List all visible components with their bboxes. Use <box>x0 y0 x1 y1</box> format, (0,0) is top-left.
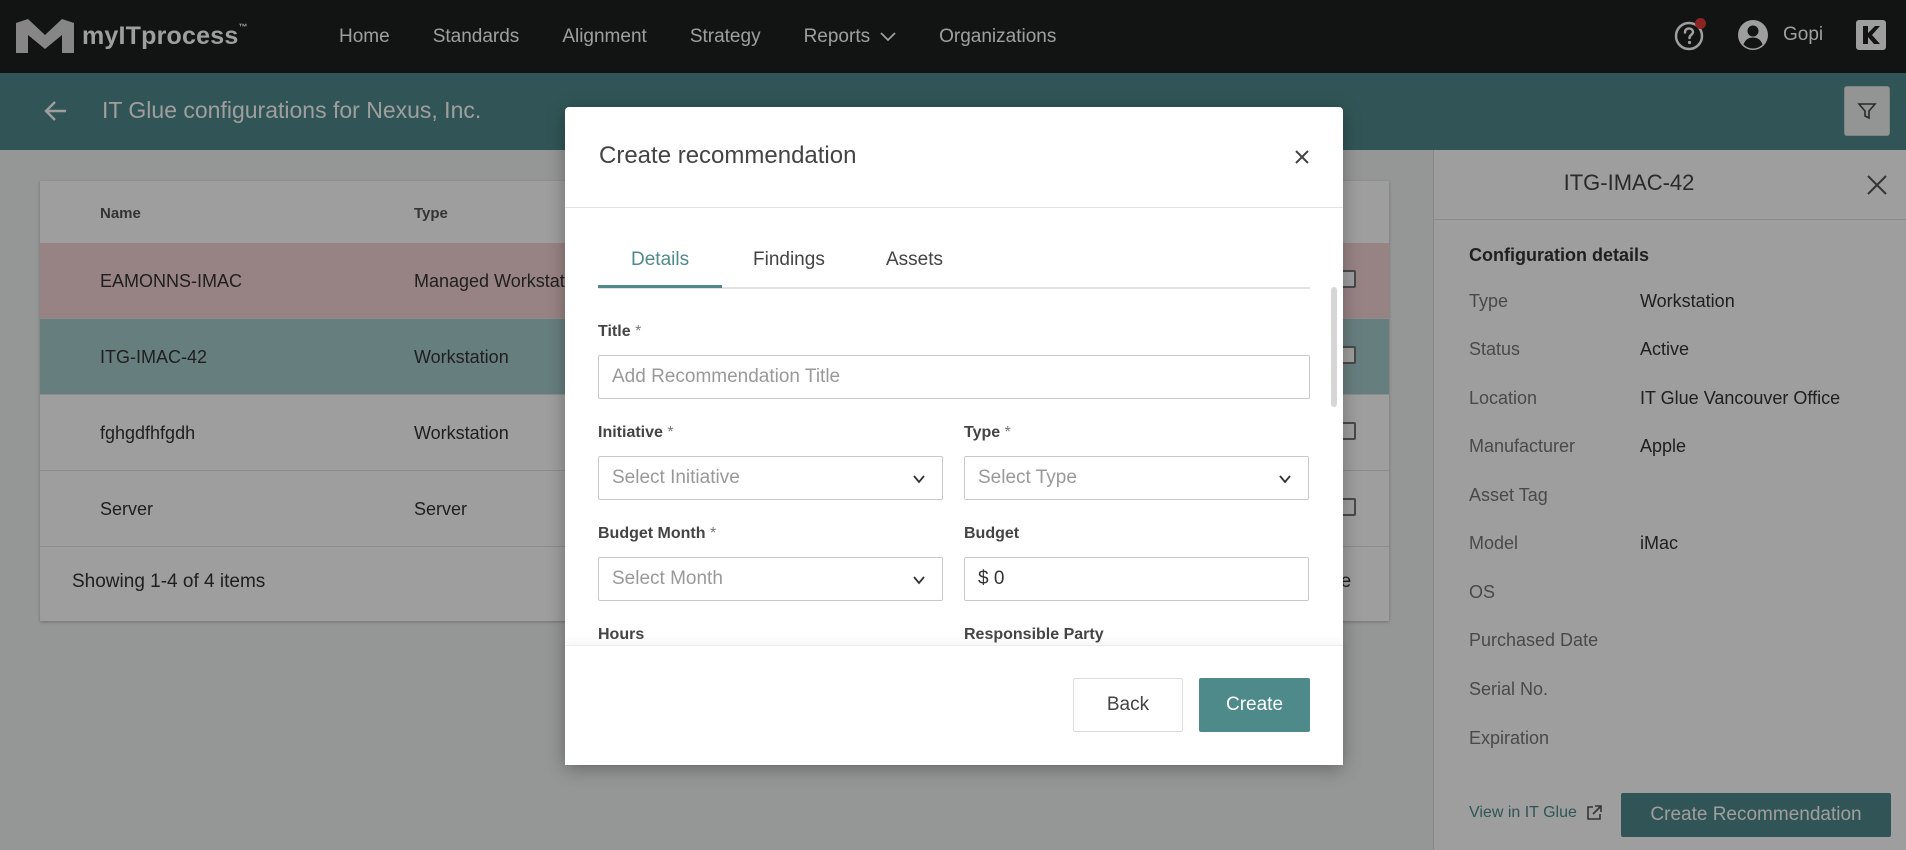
modal-title: Create recommendation <box>599 142 857 169</box>
title-label: Title * <box>598 323 642 340</box>
tab-findings[interactable]: Findings <box>753 249 825 271</box>
create-button[interactable]: Create <box>1199 678 1310 732</box>
budget-month-label: Budget Month * <box>598 525 717 542</box>
tab-assets[interactable]: Assets <box>886 249 943 271</box>
type-select[interactable]: Select Type <box>964 456 1309 500</box>
tab-details[interactable]: Details <box>631 249 689 271</box>
close-icon[interactable] <box>1292 147 1312 167</box>
modal-scrollbar[interactable] <box>1331 287 1337 407</box>
chevron-down-icon <box>913 576 925 585</box>
budget-month-placeholder: Select Month <box>612 568 723 589</box>
budget-value: $ 0 <box>978 568 1005 589</box>
hours-label: Hours <box>598 626 645 643</box>
initiative-label: Initiative * <box>598 424 674 441</box>
active-tab-indicator <box>598 285 722 288</box>
modal-tabs: Details Findings Assets <box>598 237 1310 289</box>
title-input[interactable]: Add Recommendation Title <box>598 355 1310 399</box>
budget-label: Budget <box>964 525 1020 542</box>
initiative-select[interactable]: Select Initiative <box>598 456 943 500</box>
chevron-down-icon <box>913 475 925 484</box>
title-placeholder: Add Recommendation Title <box>612 366 841 387</box>
back-button[interactable]: Back <box>1073 678 1183 732</box>
responsible-party-label: Responsible Party <box>964 626 1104 643</box>
type-label: Type * <box>964 424 1011 441</box>
modal-divider <box>565 207 1343 208</box>
budget-month-select[interactable]: Select Month <box>598 557 943 601</box>
chevron-down-icon <box>1279 475 1291 484</box>
type-placeholder: Select Type <box>978 467 1077 488</box>
budget-input[interactable]: $ 0 <box>964 557 1309 601</box>
initiative-placeholder: Select Initiative <box>612 467 740 488</box>
create-recommendation-modal: Create recommendation Details Findings A… <box>565 107 1343 765</box>
